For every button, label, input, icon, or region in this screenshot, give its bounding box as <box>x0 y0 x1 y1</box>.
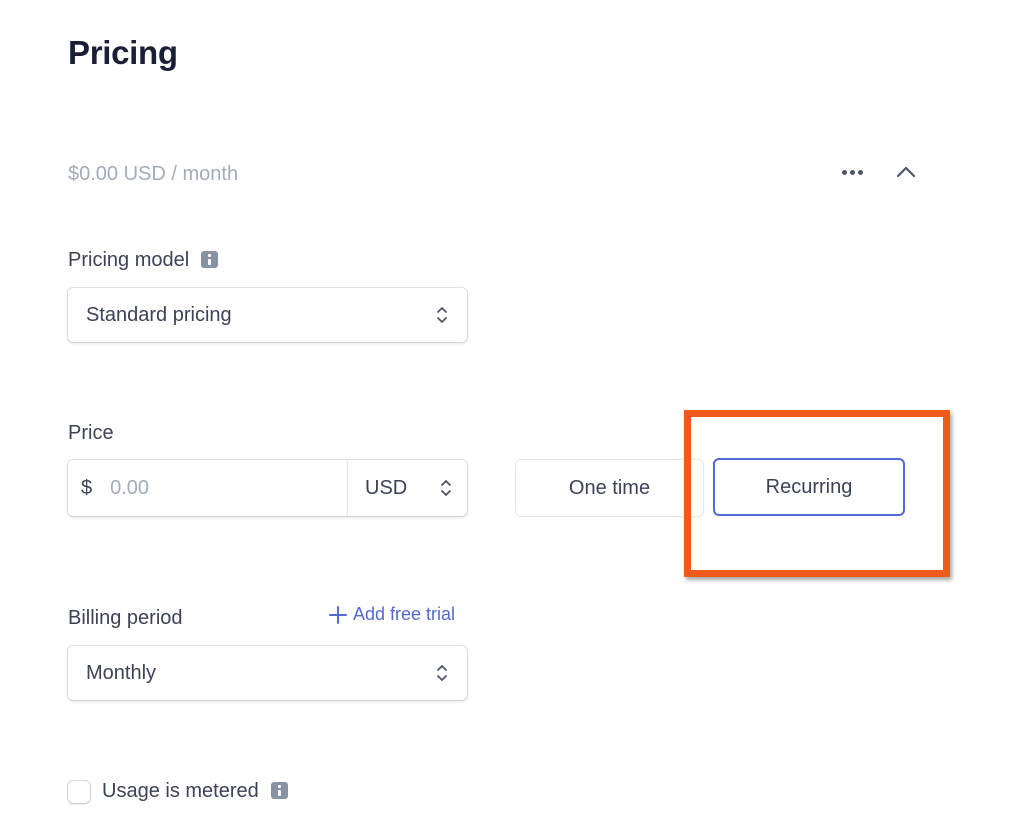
usage-metered-label[interactable]: Usage is metered <box>102 780 288 803</box>
chevron-updown-icon <box>437 307 447 323</box>
price-field: $ USD <box>68 460 467 516</box>
info-icon[interactable] <box>270 782 288 799</box>
pricing-model-select[interactable]: Standard pricing <box>68 288 467 342</box>
chevron-updown-icon <box>437 665 447 681</box>
price-label: Price <box>68 422 114 444</box>
chevron-updown-icon <box>441 480 451 496</box>
pricing-model-value: Standard pricing <box>86 303 232 326</box>
plus-icon <box>329 605 347 624</box>
chevron-up-icon <box>896 166 916 178</box>
recurring-button[interactable]: Recurring <box>713 458 905 516</box>
price-amount-field[interactable]: $ <box>68 460 348 516</box>
price-summary: $0.00 USD / month <box>68 163 239 185</box>
more-horizontal-icon <box>841 169 847 175</box>
info-icon[interactable] <box>201 251 219 268</box>
usage-metered-checkbox[interactable] <box>68 781 90 803</box>
billing-period-value: Monthly <box>86 661 157 684</box>
add-free-trial-link[interactable]: Add free trial <box>329 604 455 625</box>
currency-symbol: $ <box>81 476 93 499</box>
one-time-button[interactable]: One time <box>515 459 704 517</box>
collapse-button[interactable] <box>890 158 922 186</box>
currency-select[interactable]: USD <box>348 460 467 516</box>
more-options-button[interactable] <box>836 160 868 184</box>
pricing-model-label: Pricing model <box>68 249 219 272</box>
price-amount-input[interactable] <box>110 476 311 500</box>
billing-period-label: Billing period <box>68 607 183 629</box>
currency-value: USD <box>365 476 408 499</box>
billing-period-select[interactable]: Monthly <box>68 646 467 700</box>
page-title: Pricing <box>68 34 178 71</box>
